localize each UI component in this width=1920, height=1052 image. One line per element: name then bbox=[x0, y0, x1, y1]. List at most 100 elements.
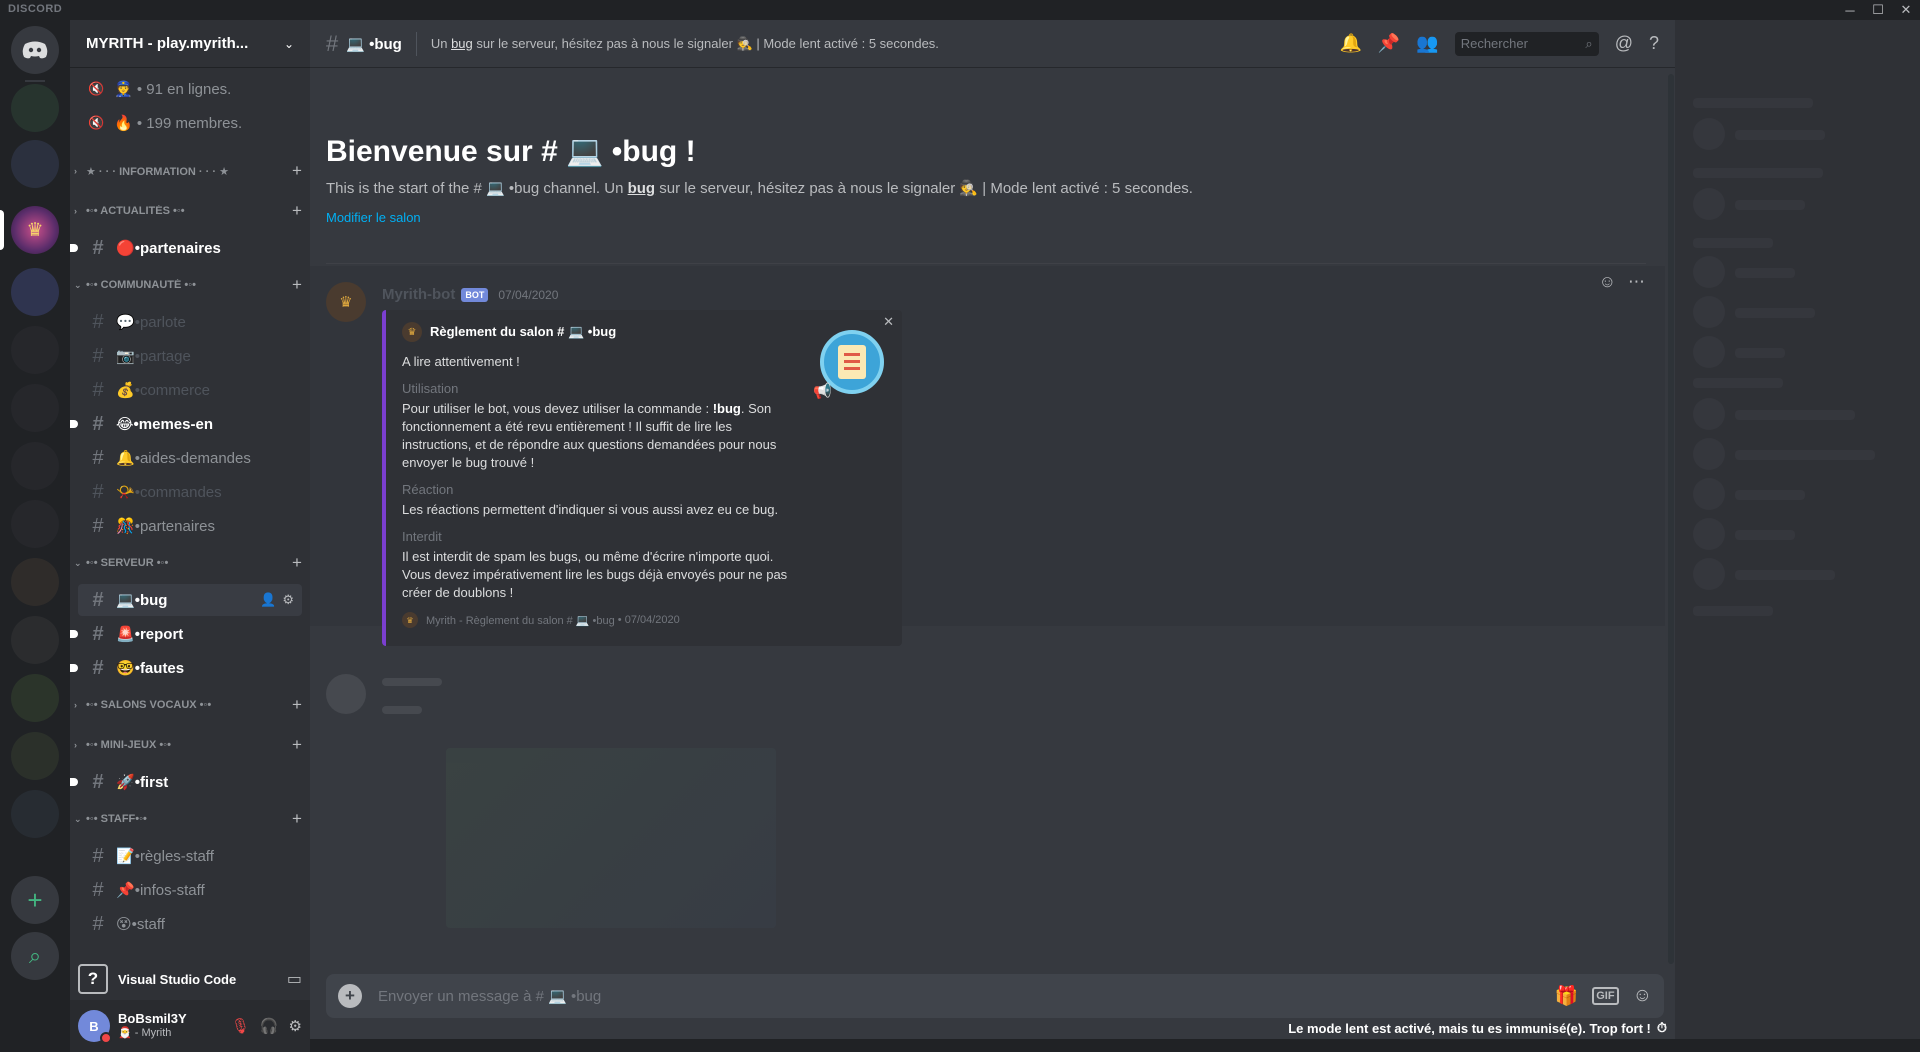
search-input[interactable]: Rechercher ⌕ bbox=[1454, 31, 1599, 56]
member-name[interactable] bbox=[1735, 308, 1815, 318]
edit-channel-link[interactable]: Modifier le salon bbox=[326, 210, 421, 225]
headphones-deafened-icon[interactable]: 🎧 bbox=[260, 1017, 279, 1035]
server-icon-myrith[interactable]: ♛ bbox=[11, 206, 59, 254]
server-icon[interactable] bbox=[11, 84, 59, 132]
member-avatar[interactable] bbox=[1693, 478, 1725, 510]
channel-memes-en[interactable]: # 😂 •memes-en bbox=[70, 408, 302, 440]
avatar[interactable]: ♛ bbox=[326, 282, 366, 322]
server-icon[interactable] bbox=[11, 268, 59, 316]
gif-button[interactable]: GIF bbox=[1592, 987, 1619, 1005]
add-server-button[interactable]: + bbox=[11, 876, 59, 924]
bell-icon[interactable]: 🔔 bbox=[1339, 33, 1361, 54]
member-name[interactable] bbox=[1735, 410, 1855, 420]
mic-muted-icon[interactable]: 🎙 bbox=[231, 1017, 250, 1035]
server-icon[interactable] bbox=[11, 674, 59, 722]
close-icon[interactable]: ✕ bbox=[883, 314, 894, 330]
member-name[interactable] bbox=[1735, 268, 1795, 278]
member-avatar[interactable] bbox=[1693, 256, 1725, 288]
category-information[interactable]: › ★ · · · INFORMATION · · · ★ + bbox=[74, 161, 306, 181]
category-actualites[interactable]: › •◦• ACTUALITÉS •◦• + bbox=[74, 201, 306, 221]
channel-partenaires-news[interactable]: # 🔴 •partenaires bbox=[70, 232, 302, 264]
category-mini-jeux[interactable]: › •◦• MINI-JEUX •◦• + bbox=[74, 735, 306, 755]
home-button[interactable] bbox=[11, 26, 59, 74]
voice-stat-online[interactable]: 🔇 👮 • 91 en lignes. bbox=[88, 77, 231, 101]
create-channel-icon[interactable]: + bbox=[288, 275, 306, 295]
channel-commerce[interactable]: # 💰 •commerce bbox=[78, 374, 302, 406]
message-author[interactable]: Myrith-bot bbox=[382, 286, 455, 303]
gear-icon[interactable]: ⚙ bbox=[282, 592, 294, 608]
add-reaction-icon[interactable]: ☺ bbox=[1599, 272, 1616, 292]
message-composer[interactable]: + Envoyer un message à # 💻 •bug 🎁 GIF ☺ bbox=[326, 974, 1664, 1018]
member-avatar[interactable] bbox=[1693, 188, 1725, 220]
category-communaute[interactable]: ⌄ •◦• COMMUNAUTÉ •◦• + bbox=[74, 275, 306, 295]
server-icon[interactable] bbox=[11, 140, 59, 188]
invite-icon[interactable]: 👤 bbox=[260, 592, 276, 608]
members-icon[interactable]: 👥 bbox=[1416, 33, 1438, 54]
channel-partenaires[interactable]: # 🎊 •partenaires bbox=[78, 510, 302, 542]
voice-stat-members[interactable]: 🔇 🔥 • 199 membres. bbox=[88, 111, 242, 135]
create-channel-icon[interactable]: + bbox=[288, 735, 306, 755]
close-window-button[interactable]: ✕ bbox=[1892, 0, 1920, 20]
create-channel-icon[interactable]: + bbox=[288, 695, 306, 715]
mention-icon[interactable]: @ bbox=[1615, 33, 1633, 54]
maximize-button[interactable]: ☐ bbox=[1864, 0, 1892, 20]
gear-icon[interactable]: ⚙ bbox=[289, 1017, 302, 1035]
channel-bug[interactable]: # 💻 •bug 👤 ⚙ bbox=[78, 584, 302, 616]
member-avatar[interactable] bbox=[1693, 558, 1725, 590]
explore-servers-button[interactable]: ⌕ bbox=[11, 932, 59, 980]
server-icon[interactable] bbox=[11, 500, 59, 548]
server-icon[interactable] bbox=[11, 616, 59, 664]
channel-aides-demandes[interactable]: # 🔔 •aides-demandes bbox=[78, 442, 302, 474]
member-avatar[interactable] bbox=[1693, 398, 1725, 430]
server-icon[interactable] bbox=[11, 790, 59, 838]
member-name[interactable] bbox=[1735, 200, 1805, 210]
member-name[interactable] bbox=[1735, 130, 1825, 140]
channel-topic[interactable]: Un bug sur le serveur, hésitez pas à nou… bbox=[431, 36, 1340, 52]
channel-fautes[interactable]: # 🤓 •fautes bbox=[70, 652, 302, 684]
create-channel-icon[interactable]: + bbox=[288, 809, 306, 829]
category-staff[interactable]: ⌄ •◦• STAFF•◦• + bbox=[74, 809, 306, 829]
member-name[interactable] bbox=[1735, 450, 1875, 460]
member-name[interactable] bbox=[1735, 570, 1835, 580]
channel-infos-staff[interactable]: # 📌 •infos-staff bbox=[78, 874, 302, 906]
more-options-icon[interactable]: ⋯ bbox=[1628, 272, 1645, 292]
member-avatar[interactable] bbox=[1693, 438, 1725, 470]
server-icon[interactable] bbox=[11, 558, 59, 606]
minimize-button[interactable]: ─ bbox=[1836, 0, 1864, 20]
create-channel-icon[interactable]: + bbox=[288, 201, 306, 221]
channel-staff[interactable]: # 😵 •staff bbox=[78, 908, 302, 940]
member-name[interactable] bbox=[1735, 490, 1805, 500]
server-icon[interactable] bbox=[11, 326, 59, 374]
channel-first[interactable]: # 🚀 •first bbox=[70, 766, 302, 798]
channel-partage[interactable]: # 📷 •partage bbox=[78, 340, 302, 372]
member-name[interactable] bbox=[1735, 348, 1785, 358]
category-salons-vocaux[interactable]: › •◦• SALONS VOCAUX •◦• + bbox=[74, 695, 306, 715]
gift-icon[interactable]: 🎁 bbox=[1555, 984, 1579, 1008]
server-icon[interactable] bbox=[11, 732, 59, 780]
channel-report[interactable]: # 🚨 •report bbox=[70, 618, 302, 650]
member-name[interactable] bbox=[1735, 530, 1795, 540]
scrollbar[interactable] bbox=[1668, 74, 1674, 964]
create-channel-icon[interactable]: + bbox=[288, 553, 306, 573]
pin-icon[interactable]: 📌 bbox=[1378, 33, 1400, 54]
member-avatar[interactable] bbox=[1693, 518, 1725, 550]
member-avatar[interactable] bbox=[1693, 118, 1725, 150]
upload-button[interactable]: + bbox=[338, 984, 362, 1008]
screen-share-icon[interactable]: ▭ bbox=[287, 969, 302, 989]
message-input[interactable]: Envoyer un message à # 💻 •bug bbox=[378, 987, 1555, 1005]
emoji-icon[interactable]: ☺ bbox=[1633, 985, 1652, 1007]
channel-regles-staff[interactable]: # 📝 •règles-staff bbox=[78, 840, 302, 872]
user-info[interactable]: BoBsmil3Y 🎅 - Myrith bbox=[118, 1012, 231, 1040]
server-icon[interactable] bbox=[11, 384, 59, 432]
create-channel-icon[interactable]: + bbox=[288, 161, 306, 181]
guild-header[interactable]: MYRITH - play.myrith... ⌄ bbox=[70, 20, 310, 68]
category-label: •◦• SERVEUR •◦• bbox=[86, 557, 169, 569]
category-serveur[interactable]: ⌄ •◦• SERVEUR •◦• + bbox=[74, 553, 306, 573]
channel-parlote[interactable]: # 💬 •parlote bbox=[78, 306, 302, 338]
avatar[interactable]: B bbox=[78, 1010, 112, 1044]
server-icon[interactable] bbox=[11, 442, 59, 490]
member-avatar[interactable] bbox=[1693, 336, 1725, 368]
help-icon[interactable]: ? bbox=[1649, 33, 1659, 54]
member-avatar[interactable] bbox=[1693, 296, 1725, 328]
channel-commandes[interactable]: # 📯 •commandes bbox=[78, 476, 302, 508]
